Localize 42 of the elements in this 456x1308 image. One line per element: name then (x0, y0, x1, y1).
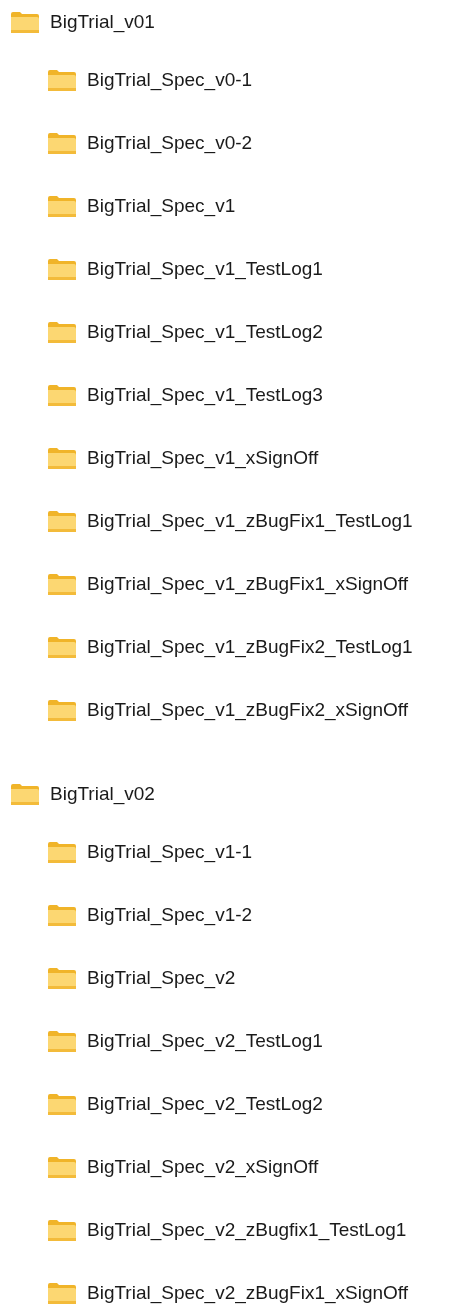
folder-icon (48, 904, 76, 926)
folder-icon (11, 11, 39, 33)
folder-icon (48, 258, 76, 280)
folder-name[interactable]: BigTrial_Spec_v1_zBugFix1_TestLog1 (87, 507, 413, 535)
folder-name[interactable]: BigTrial_v01 (50, 8, 155, 36)
folder-icon (48, 321, 76, 343)
folder-icon (48, 636, 76, 658)
folder-name[interactable]: BigTrial_Spec_v1-1 (87, 838, 253, 866)
folder-name[interactable]: BigTrial_Spec_v1_zBugFix2_TestLog1 (87, 633, 413, 661)
folder-name[interactable]: BigTrial_Spec_v1_TestLog2 (87, 318, 323, 346)
folder-icon (48, 1093, 76, 1115)
folder-icon (48, 1030, 76, 1052)
folder-name[interactable]: BigTrial_Spec_v1_TestLog3 (87, 381, 323, 409)
folder-name[interactable]: BigTrial_Spec_v0-1 (87, 66, 253, 94)
folder-name[interactable]: BigTrial_Spec_v2_xSignOff (87, 1153, 319, 1181)
folder-icon (48, 967, 76, 989)
folder-icon (48, 1156, 76, 1178)
folder-icon (48, 1219, 76, 1241)
folder-name[interactable]: BigTrial_Spec_v2_TestLog1 (87, 1027, 323, 1055)
folder-name[interactable]: BigTrial_Spec_v1_TestLog1 (87, 255, 323, 283)
folder-icon (48, 1282, 76, 1304)
folder-icon (48, 384, 76, 406)
folder-name[interactable]: BigTrial_Spec_v1_zBugFix2_xSignOff (87, 696, 409, 724)
folder-name[interactable]: BigTrial_Spec_v2_TestLog2 (87, 1090, 323, 1118)
folder-name[interactable]: BigTrial_v02 (50, 780, 155, 808)
folder-icon (48, 69, 76, 91)
folder-icon (48, 841, 76, 863)
folder-icon (48, 447, 76, 469)
folder-name[interactable]: BigTrial_Spec_v1_zBugFix1_xSignOff (87, 570, 409, 598)
folder-icon (48, 699, 76, 721)
folder-icon (48, 195, 76, 217)
folder-name[interactable]: BigTrial_Spec_v1_xSignOff (87, 444, 319, 472)
folder-icon (48, 573, 76, 595)
folder-icon (48, 132, 76, 154)
folder-name[interactable]: BigTrial_Spec_v1-2 (87, 901, 253, 929)
folder-icon (11, 783, 39, 805)
folder-name[interactable]: BigTrial_Spec_v2_zBugfix1_TestLog1 (87, 1216, 407, 1244)
folder-name[interactable]: BigTrial_Spec_v2 (87, 964, 236, 992)
folder-name[interactable]: BigTrial_Spec_v2_zBugFix1_xSignOff (87, 1279, 409, 1307)
folder-icon (48, 510, 76, 532)
folder-name[interactable]: BigTrial_Spec_v1 (87, 192, 236, 220)
folder-name[interactable]: BigTrial_Spec_v0-2 (87, 129, 253, 157)
